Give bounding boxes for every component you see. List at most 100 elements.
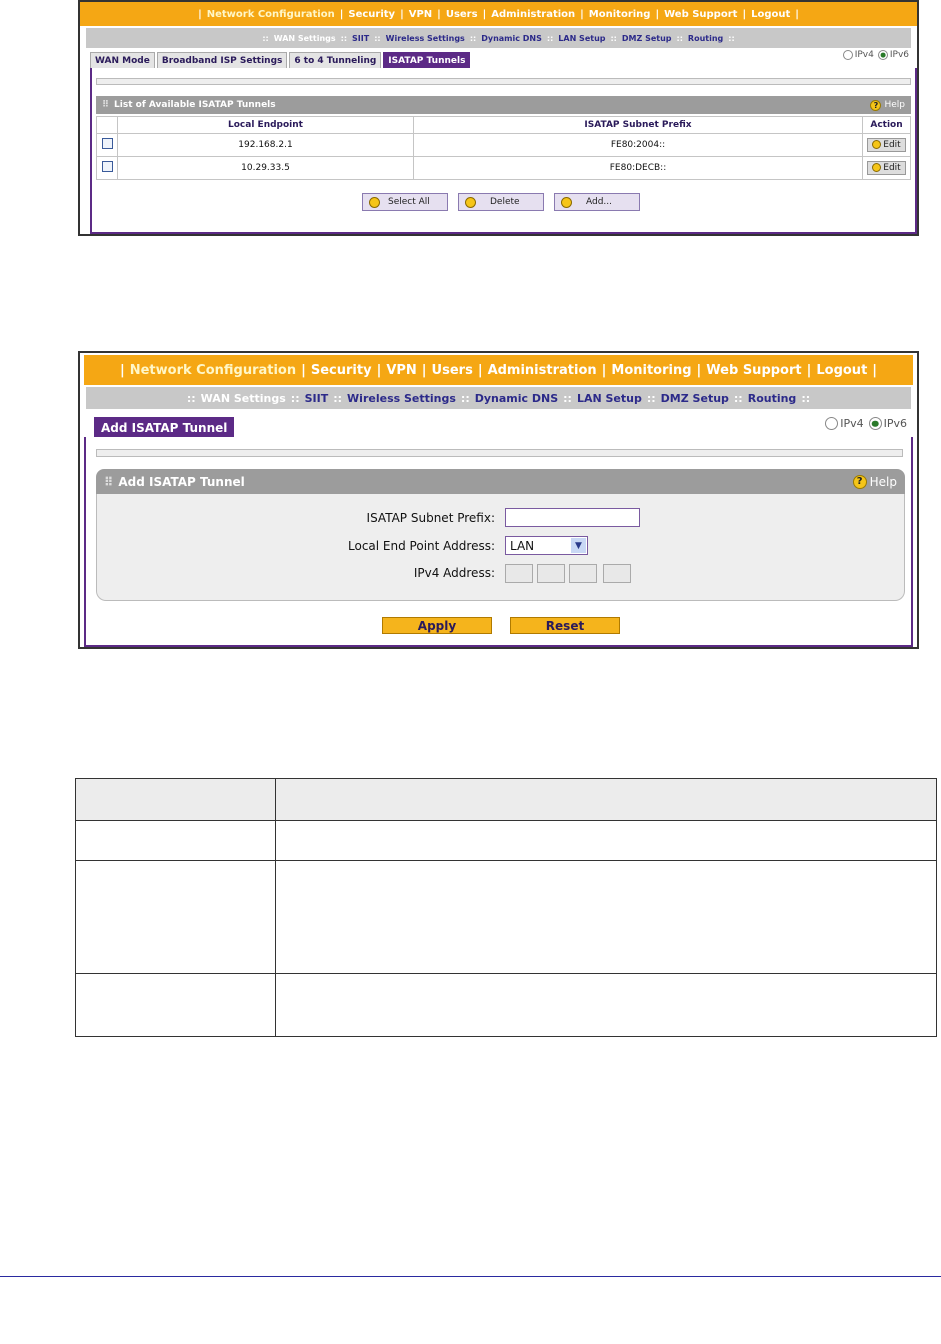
ipv4-label: IPv4 xyxy=(854,50,874,60)
nav-security[interactable]: Security xyxy=(348,9,395,20)
isatap-table: Local Endpoint ISATAP Subnet Prefix Acti… xyxy=(96,116,911,180)
ip-version-selector: IPv4 IPv6 xyxy=(842,50,909,60)
nav-users[interactable]: Users xyxy=(446,9,478,20)
row-prefix: FE80:2004:: xyxy=(413,133,863,157)
subnav-lan-setup[interactable]: LAN Setup xyxy=(577,392,642,405)
table-row: 192.168.2.1 FE80:2004:: Edit xyxy=(96,133,911,157)
col-local-endpoint: Local Endpoint xyxy=(117,116,414,134)
help-link[interactable]: ? Help xyxy=(852,474,897,489)
row-endpoint: 192.168.2.1 xyxy=(117,133,414,157)
table-row xyxy=(76,861,936,974)
nav-network-configuration[interactable]: Network Configuration xyxy=(130,363,296,378)
ipv6-label: IPv6 xyxy=(883,417,907,430)
col-isatap-subnet-prefix: ISATAP Subnet Prefix xyxy=(413,116,863,134)
ipv4-octet-2[interactable] xyxy=(537,564,565,583)
subnav-dmz-setup[interactable]: DMZ Setup xyxy=(622,34,672,43)
reset-button[interactable]: Reset xyxy=(510,617,620,634)
table-row xyxy=(76,821,936,861)
tab-broadband-isp-settings[interactable]: Broadband ISP Settings xyxy=(156,52,288,68)
isatap-list-screenshot: | Network Configuration | Security | VPN | … xyxy=(78,0,919,236)
tab-bar: Add ISATAP Tunnel IPv4 IPv6 xyxy=(94,415,913,439)
ipv6-radio[interactable] xyxy=(877,50,888,60)
subnav-wan-settings[interactable]: WAN Settings xyxy=(274,34,336,43)
section-title: Add ISATAP Tunnel xyxy=(118,474,245,489)
ipv4-radio[interactable] xyxy=(825,417,839,430)
ipv4-address-label: IPv4 Address: xyxy=(413,566,495,580)
nav-administration[interactable]: Administration xyxy=(488,363,597,378)
help-icon: ? xyxy=(852,474,867,489)
nav-web-support[interactable]: Web Support xyxy=(664,9,737,20)
tab-wan-mode[interactable]: WAN Mode xyxy=(90,52,155,68)
chevron-down-icon: ▼ xyxy=(571,538,586,553)
nav-users[interactable]: Users xyxy=(432,363,473,378)
nav-network-configuration[interactable]: Network Configuration xyxy=(207,9,335,20)
section-header: ⠿ Add ISATAP Tunnel ? Help xyxy=(96,469,905,494)
main-nav: | Network Configuration | Security | VPN | … xyxy=(84,355,913,385)
help-label: Help xyxy=(884,100,905,110)
edit-button[interactable]: Edit xyxy=(867,160,906,175)
isatap-subnet-prefix-input[interactable] xyxy=(505,508,640,527)
tab-isatap-tunnels[interactable]: ISATAP Tunnels xyxy=(383,52,471,68)
select-all-button[interactable]: Select All xyxy=(362,193,448,211)
tab-add-isatap-tunnel[interactable]: Add ISATAP Tunnel xyxy=(94,417,235,437)
status-bar xyxy=(96,78,911,85)
tab-panel: ⠿ List of Available ISATAP Tunnels ? Hel… xyxy=(90,68,917,234)
subnav-routing[interactable]: Routing xyxy=(688,34,723,43)
tab-panel: ⠿ Add ISATAP Tunnel ? Help ISATAP Subnet… xyxy=(84,437,913,647)
ipv4-octet-1[interactable] xyxy=(505,564,533,583)
help-link[interactable]: ? Help xyxy=(870,99,905,111)
ipv6-radio[interactable] xyxy=(868,417,882,430)
ipv6-label: IPv6 xyxy=(889,50,909,60)
delete-button[interactable]: Delete xyxy=(458,193,544,211)
subnav-dmz-setup[interactable]: DMZ Setup xyxy=(661,392,729,405)
grip-icon: ⠿ xyxy=(104,474,113,489)
row-prefix: FE80:DECB:: xyxy=(413,156,863,180)
nav-administration[interactable]: Administration xyxy=(491,9,575,20)
status-bar xyxy=(96,449,903,457)
nav-security[interactable]: Security xyxy=(311,363,372,378)
tab-bar: WAN Mode Broadband ISP Settings 6 to 4 T… xyxy=(90,50,915,70)
grip-icon: ⠿ xyxy=(102,100,109,110)
add-isatap-form: ISATAP Subnet Prefix: Local End Point Ad… xyxy=(96,494,905,601)
add-icon xyxy=(561,196,572,208)
nav-logout[interactable]: Logout xyxy=(751,9,790,20)
nav-monitoring[interactable]: Monitoring xyxy=(611,363,691,378)
subnav-dynamic-dns[interactable]: Dynamic DNS xyxy=(481,34,542,43)
section-header: ⠿ List of Available ISATAP Tunnels ? Hel… xyxy=(96,96,911,114)
ipv4-radio[interactable] xyxy=(842,50,853,60)
main-nav: | Network Configuration | Security | VPN | … xyxy=(80,2,917,26)
ipv4-octet-3[interactable] xyxy=(569,564,597,583)
row-checkbox[interactable] xyxy=(101,161,113,172)
ip-version-selector: IPv4 IPv6 xyxy=(825,417,907,430)
sub-nav: :: WAN Settings:: SIIT:: Wireless Settin… xyxy=(86,28,911,48)
add-button[interactable]: Add... xyxy=(554,193,640,211)
subnav-lan-setup[interactable]: LAN Setup xyxy=(558,34,605,43)
subnav-routing[interactable]: Routing xyxy=(748,392,797,405)
section-title: List of Available ISATAP Tunnels xyxy=(114,100,276,110)
check-icon xyxy=(369,196,380,208)
edit-button[interactable]: Edit xyxy=(867,137,906,152)
select-col-header xyxy=(96,116,118,134)
sub-nav: :: WAN Settings:: SIIT:: Wireless Settin… xyxy=(86,387,911,409)
nav-vpn[interactable]: VPN xyxy=(386,363,416,378)
subnav-wireless-settings[interactable]: Wireless Settings xyxy=(386,34,465,43)
ipv4-octet-4[interactable] xyxy=(603,564,631,583)
row-endpoint: 10.29.33.5 xyxy=(117,156,414,180)
tab-6to4-tunneling[interactable]: 6 to 4 Tunneling xyxy=(289,52,382,68)
nav-logout[interactable]: Logout xyxy=(816,363,867,378)
subnav-siit[interactable]: SIIT xyxy=(305,392,329,405)
apply-button[interactable]: Apply xyxy=(382,617,492,634)
nav-web-support[interactable]: Web Support xyxy=(706,363,801,378)
endpoint-label: Local End Point Address: xyxy=(348,539,495,553)
add-isatap-screenshot: | Network Configuration | Security | VPN | … xyxy=(78,351,919,649)
prefix-label: ISATAP Subnet Prefix: xyxy=(366,511,495,525)
local-endpoint-select[interactable]: LAN ▼ xyxy=(505,536,588,555)
subnav-dynamic-dns[interactable]: Dynamic DNS xyxy=(475,392,558,405)
subnav-siit[interactable]: SIIT xyxy=(352,34,369,43)
subnav-wireless-settings[interactable]: Wireless Settings xyxy=(347,392,456,405)
row-checkbox[interactable] xyxy=(101,138,113,149)
subnav-wan-settings[interactable]: WAN Settings xyxy=(201,392,286,405)
nav-vpn[interactable]: VPN xyxy=(409,9,432,20)
nav-monitoring[interactable]: Monitoring xyxy=(589,9,651,20)
local-endpoint-value: LAN xyxy=(510,538,535,553)
